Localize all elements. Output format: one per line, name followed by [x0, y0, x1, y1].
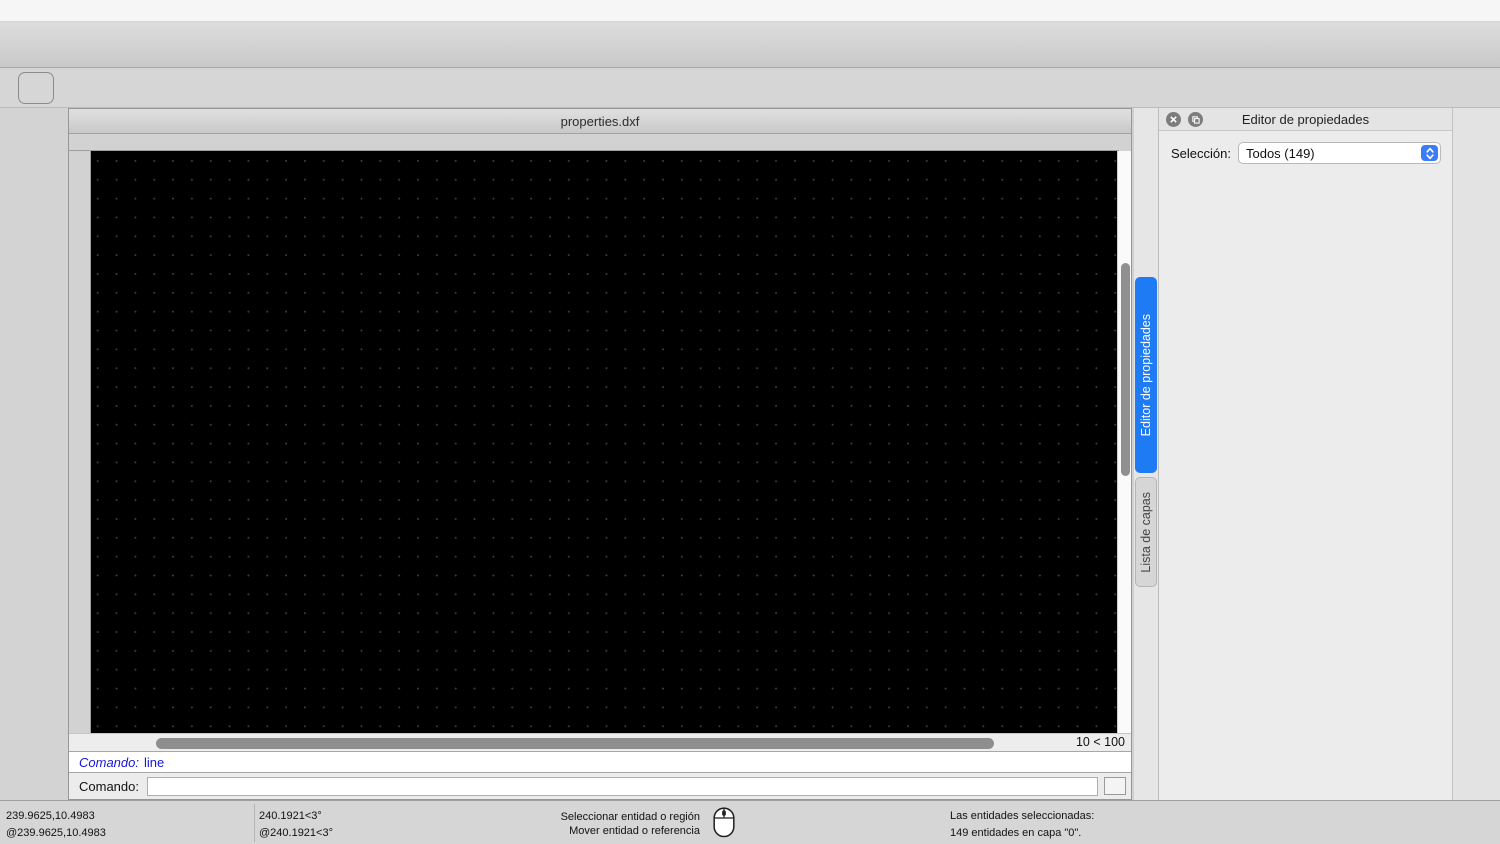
selection-label: Selección: [1171, 145, 1231, 161]
command-row: Comando: [69, 773, 1131, 799]
scroll-row: 10 < 100 [69, 733, 1131, 751]
selection-info-line2: 149 entidades en capa "0". [950, 827, 1082, 839]
vertical-ruler [69, 151, 91, 733]
selection-info-line1: Las entidades seleccionadas: [950, 810, 1095, 822]
vertical-scroll-thumb[interactable] [1120, 263, 1130, 476]
tab-property-editor[interactable]: Editor de propiedades [1135, 277, 1157, 473]
tool-options-bar [0, 68, 1500, 108]
mouse-hints: Seleccionar entidad o región Mover entid… [470, 810, 700, 838]
command-history-prefix: Comando: [79, 754, 139, 770]
selection-dropdown[interactable]: Todos (149) [1237, 142, 1441, 164]
horizontal-scrollbar[interactable] [91, 734, 1069, 752]
document-icon [97, 113, 113, 129]
panel-title: Editor de propiedades [1241, 111, 1370, 127]
document-window: properties.dxf 10 < 100 Comando: line Co… [68, 108, 1132, 800]
menu-bar [0, 0, 1500, 22]
select-tool-option-button[interactable] [18, 72, 54, 104]
horizontal-ruler [91, 134, 1119, 151]
grid-status-label: 10 < 100 [1075, 735, 1125, 749]
command-options-button[interactable] [1104, 777, 1126, 795]
panel-titlebar: Editor de propiedades [1159, 108, 1452, 131]
document-titlebar[interactable]: properties.dxf [69, 109, 1131, 134]
polar-absolute: 240.1921<3° [259, 810, 322, 822]
horizontal-scroll-thumb[interactable] [156, 737, 994, 749]
tool-palette [0, 108, 68, 800]
mouse-icon [712, 806, 736, 839]
command-history: Comando: line [69, 751, 1131, 773]
statusbar-divider [254, 804, 255, 842]
side-tab-strip: Editor de propiedades Lista de capas [1134, 108, 1158, 800]
command-prompt-label: Comando: [79, 778, 139, 794]
property-editor-panel: Editor de propiedades Selección: Todos (… [1158, 108, 1452, 844]
polar-relative: @240.1921<3° [259, 827, 333, 839]
drawing-canvas[interactable] [91, 151, 1119, 733]
coordinate-absolute: 239.9625,10.4983 [6, 810, 95, 822]
main-toolbar [0, 22, 1500, 68]
right-dock-strip [1452, 108, 1500, 844]
vertical-scrollbar[interactable] [1117, 151, 1131, 733]
right-click-hint: Mover entidad o referencia [569, 825, 700, 837]
command-input[interactable] [146, 776, 1098, 796]
left-click-hint: Seleccionar entidad o región [560, 811, 700, 823]
status-bar: 239.9625,10.4983 @239.9625,10.4983 240.1… [0, 800, 1500, 844]
ruler-corner [69, 134, 91, 151]
tab-layer-list[interactable]: Lista de capas [1135, 477, 1157, 587]
coordinate-relative: @239.9625,10.4983 [6, 827, 106, 839]
stepper-icon [1421, 145, 1438, 161]
document-title: properties.dxf [560, 113, 640, 129]
command-history-value: line [143, 754, 165, 770]
selection-row: Selección: Todos (149) [1171, 142, 1441, 164]
